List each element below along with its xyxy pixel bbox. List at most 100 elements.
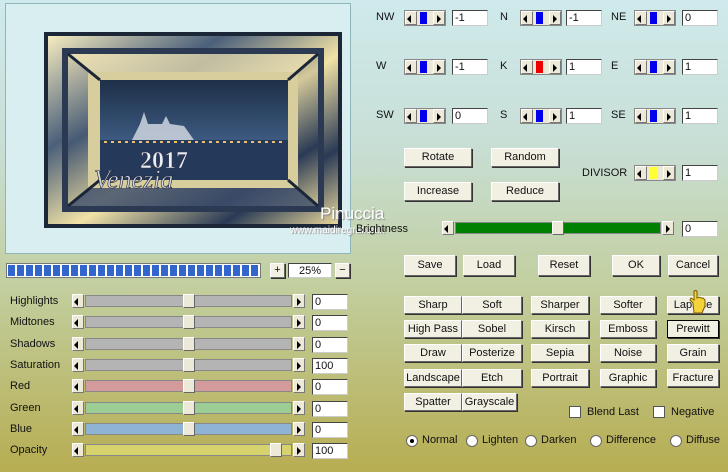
preset-landscape-button[interactable]: Landscape <box>404 369 462 387</box>
adjust-blue-increase-icon[interactable] <box>293 421 305 436</box>
zoom-out-button[interactable]: − <box>335 263 350 278</box>
blend-normal-radio[interactable] <box>406 435 418 447</box>
divisor-spinner[interactable] <box>634 165 676 181</box>
kernel-field-nw[interactable]: -1 <box>452 10 488 26</box>
adjust-field-opacity[interactable]: 100 <box>312 443 348 460</box>
negative-checkbox[interactable] <box>653 406 665 418</box>
adjust-slider-green[interactable] <box>72 400 305 416</box>
adjust-opacity-decrease-icon[interactable] <box>72 443 84 458</box>
brightness-slider[interactable] <box>442 221 674 237</box>
divisor-increase-icon[interactable] <box>663 166 675 180</box>
kernel-spinner-k[interactable] <box>520 59 562 75</box>
kernel-field-k[interactable]: 1 <box>566 59 602 75</box>
preset-portrait-button[interactable]: Portrait <box>531 369 589 387</box>
adjust-green-decrease-icon[interactable] <box>72 400 84 415</box>
kernel-spinner-ne[interactable] <box>634 10 676 26</box>
preset-posterize-button[interactable]: Posterize <box>462 344 522 362</box>
preset-sepia-button[interactable]: Sepia <box>531 344 589 362</box>
kernel-field-se[interactable]: 1 <box>682 108 718 124</box>
zoom-in-button[interactable]: + <box>270 263 285 278</box>
adjust-green-increase-icon[interactable] <box>293 400 305 415</box>
divisor-decrease-icon[interactable] <box>635 166 647 180</box>
kernel-field-ne[interactable]: 0 <box>682 10 718 26</box>
adjust-field-shadows[interactable]: 0 <box>312 336 348 353</box>
kernel-spinner-w[interactable] <box>404 59 446 75</box>
adjust-blue-thumb[interactable] <box>182 421 195 436</box>
brightness-field[interactable]: 0 <box>682 221 718 237</box>
adjust-field-blue[interactable]: 0 <box>312 421 348 438</box>
adjust-shadows-decrease-icon[interactable] <box>72 336 84 351</box>
adjust-green-thumb[interactable] <box>182 400 195 415</box>
preset-draw-button[interactable]: Draw <box>404 344 462 362</box>
kernel-w-decrease-icon[interactable] <box>405 60 417 74</box>
adjust-red-thumb[interactable] <box>182 379 195 394</box>
save-button[interactable]: Save <box>404 255 456 276</box>
preset-prewitt-button[interactable]: Prewitt <box>667 320 719 338</box>
adjust-opacity-increase-icon[interactable] <box>293 443 305 458</box>
kernel-spinner-se[interactable] <box>634 108 676 124</box>
kernel-spinner-e[interactable] <box>634 59 676 75</box>
adjust-saturation-increase-icon[interactable] <box>293 357 305 372</box>
adjust-slider-blue[interactable] <box>72 421 305 437</box>
kernel-nw-increase-icon[interactable] <box>433 11 445 25</box>
kernel-field-w[interactable]: -1 <box>452 59 488 75</box>
adjust-slider-saturation[interactable] <box>72 357 305 373</box>
preset-grain-button[interactable]: Grain <box>667 344 719 362</box>
blend-diffuse-label[interactable]: Diffuse <box>686 434 720 446</box>
adjust-slider-highlights[interactable] <box>72 294 305 309</box>
blend-last-checkbox[interactable] <box>569 406 581 418</box>
kernel-s-increase-icon[interactable] <box>549 109 561 123</box>
random-button[interactable]: Random <box>491 148 559 167</box>
kernel-spinner-s[interactable] <box>520 108 562 124</box>
negative-label[interactable]: Negative <box>671 406 714 418</box>
adjust-highlights-increase-icon[interactable] <box>293 294 305 308</box>
kernel-n-decrease-icon[interactable] <box>521 11 533 25</box>
blend-darken-radio[interactable] <box>525 435 537 447</box>
preset-sharp-button[interactable]: Sharp <box>404 296 462 314</box>
blend-difference-radio[interactable] <box>590 435 602 447</box>
kernel-sw-decrease-icon[interactable] <box>405 109 417 123</box>
blend-lighten-radio[interactable] <box>466 435 478 447</box>
adjust-field-saturation[interactable]: 100 <box>312 357 348 374</box>
preset-high-pass-button[interactable]: High Pass <box>404 320 462 338</box>
adjust-saturation-thumb[interactable] <box>182 357 195 372</box>
preset-fracture-button[interactable]: Fracture <box>667 369 719 387</box>
adjust-midtones-decrease-icon[interactable] <box>72 315 84 330</box>
preset-etch-button[interactable]: Etch <box>462 369 522 387</box>
kernel-spinner-nw[interactable] <box>404 10 446 26</box>
kernel-spinner-n[interactable] <box>520 10 562 26</box>
blend-difference-label[interactable]: Difference <box>606 434 656 446</box>
rotate-button[interactable]: Rotate <box>404 148 472 167</box>
preset-sobel-button[interactable]: Sobel <box>462 320 522 338</box>
kernel-e-increase-icon[interactable] <box>663 60 675 74</box>
increase-button[interactable]: Increase <box>404 182 472 201</box>
kernel-se-increase-icon[interactable] <box>663 109 675 123</box>
brightness-increase-icon[interactable] <box>662 221 674 235</box>
kernel-n-thumb[interactable] <box>536 12 543 24</box>
preset-emboss-button[interactable]: Emboss <box>600 320 656 338</box>
preset-noise-button[interactable]: Noise <box>600 344 656 362</box>
preset-graphic-button[interactable]: Graphic <box>600 369 656 387</box>
kernel-field-s[interactable]: 1 <box>566 108 602 124</box>
blend-normal-label[interactable]: Normal <box>422 434 457 446</box>
kernel-s-thumb[interactable] <box>536 110 543 122</box>
kernel-k-increase-icon[interactable] <box>549 60 561 74</box>
adjust-field-green[interactable]: 0 <box>312 400 348 417</box>
adjust-red-decrease-icon[interactable] <box>72 379 84 394</box>
adjust-slider-opacity[interactable] <box>72 443 305 458</box>
kernel-se-thumb[interactable] <box>650 110 657 122</box>
adjust-shadows-increase-icon[interactable] <box>293 336 305 351</box>
kernel-k-thumb[interactable] <box>536 61 543 73</box>
preset-sharper-button[interactable]: Sharper <box>531 296 589 314</box>
preset-softer-button[interactable]: Softer <box>600 296 656 314</box>
cancel-button[interactable]: Cancel <box>668 255 718 276</box>
reset-button[interactable]: Reset <box>538 255 590 276</box>
brightness-decrease-icon[interactable] <box>442 221 454 235</box>
kernel-ne-decrease-icon[interactable] <box>635 11 647 25</box>
adjust-slider-shadows[interactable] <box>72 336 305 352</box>
kernel-field-e[interactable]: 1 <box>682 59 718 75</box>
zoom-level-field[interactable]: 25% <box>288 263 332 278</box>
adjust-midtones-increase-icon[interactable] <box>293 315 305 330</box>
divisor-field[interactable]: 1 <box>682 165 718 181</box>
blend-diffuse-radio[interactable] <box>670 435 682 447</box>
